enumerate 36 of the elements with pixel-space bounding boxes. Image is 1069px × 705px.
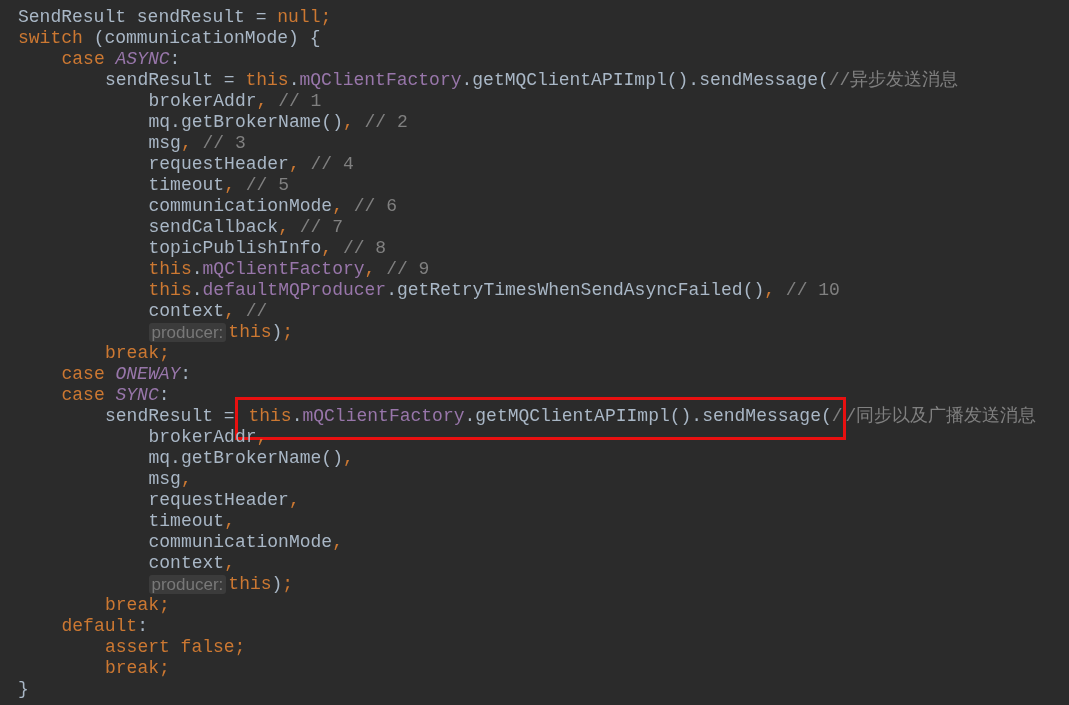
code-text: case SYNC: — [61, 385, 170, 406]
code-text: switch (communicationMode) { — [18, 28, 321, 49]
code-text: msg, // 3 — [148, 133, 246, 154]
code-text: /同步以及广播发送消息 — [845, 406, 1037, 427]
code-text: timeout, // 5 — [148, 175, 289, 196]
code-text: timeout, — [148, 511, 235, 532]
code-text: this.mQClientFactory, // 9 — [148, 259, 430, 280]
code-text: requestHeader, // 4 — [148, 154, 354, 175]
parameter-hint: producer: — [148, 575, 227, 594]
code-text: requestHeader, — [148, 490, 300, 511]
code-text: msg, — [148, 469, 192, 490]
code-text: } — [18, 679, 29, 700]
code-text: context, // — [148, 301, 268, 322]
code-text: this); — [228, 322, 294, 343]
code-text: context, — [148, 553, 235, 574]
code-text: mq.getBrokerName(), // 2 — [148, 112, 408, 133]
parameter-hint: producer: — [148, 323, 227, 342]
code-text: communicationMode, — [148, 532, 343, 553]
code-text: break; — [105, 343, 170, 364]
code-text: topicPublishInfo, // 8 — [148, 238, 387, 259]
code-text: brokerAddr, // 1 — [148, 91, 322, 112]
code-text: break; — [105, 595, 170, 616]
code-text: communicationMode, // 6 — [148, 196, 397, 217]
code-text: sendCallback, // 7 — [148, 217, 343, 238]
code-text: assert false; — [105, 637, 246, 658]
code-text: this); — [228, 574, 294, 595]
code-text: case ONEWAY: — [61, 364, 192, 385]
code-text: break; — [105, 658, 170, 679]
code-text: sendResult = this.mQClientFactory.getMQClientAPIImpl().sendMessage(//异步发送消息 — [105, 70, 959, 91]
code-text: case ASYNC: — [61, 49, 181, 70]
code-text: sendResult = — [105, 406, 236, 427]
code-text: brokerAddr, — [148, 427, 268, 448]
code-text: mq.getBrokerName(), — [148, 448, 354, 469]
code-text: SendResult sendResult = null; — [18, 7, 332, 28]
code-text: default: — [61, 616, 148, 637]
code-text: this.defaultMQProducer.getRetryTimesWhenSendAsyncFailed(), // 10 — [148, 280, 840, 301]
